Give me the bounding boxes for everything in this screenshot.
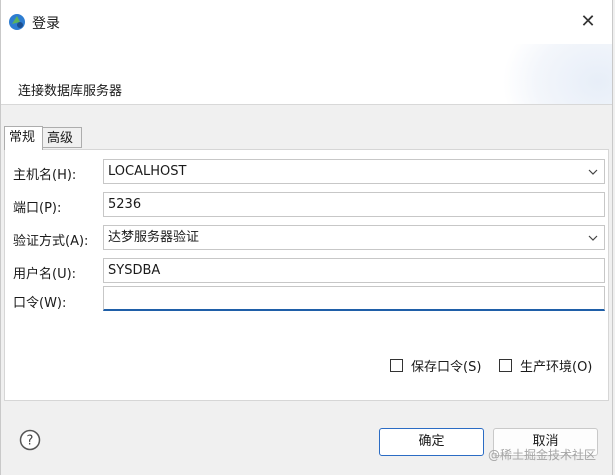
save-password-checkbox[interactable] [390,358,403,372]
production-env-checkbox[interactable] [499,358,512,372]
user-label: 用户名(U): [13,267,77,282]
watermark-text: @稀土掘金技术社区 [487,448,596,462]
banner-decoration [502,44,612,104]
user-field[interactable]: SYSDBA [103,258,605,283]
host-combo[interactable]: LOCALHOST [103,159,605,184]
user-value: SYSDBA [108,263,161,278]
port-value: 5236 [108,197,142,212]
password-label: 口令(W): [13,296,67,311]
tab-general[interactable]: 常规 [4,126,43,150]
chevron-down-icon[interactable] [588,233,598,243]
tab-advanced[interactable]: 高级 [43,127,82,148]
help-icon[interactable]: ? [19,429,41,451]
dm-app-icon [9,14,25,30]
port-field[interactable]: 5236 [103,192,605,217]
host-label: 主机名(H): [13,168,77,183]
close-icon[interactable]: ✕ [576,10,600,34]
login-dialog: 登录 ✕ 连接数据库服务器 常规 高级 主机名(H): LOCALHOST 端口… [0,0,613,475]
save-password-option[interactable]: 保存口令(S) [390,356,482,375]
save-password-label: 保存口令(S) [411,359,482,375]
auth-value: 达梦服务器验证 [108,230,200,245]
svg-text:?: ? [27,434,34,449]
chevron-down-icon[interactable] [588,167,598,177]
header-banner: 连接数据库服务器 [1,44,612,105]
production-env-option[interactable]: 生产环境(O) [499,356,593,375]
production-env-label: 生产环境(O) [520,359,593,375]
port-label: 端口(P): [13,201,62,216]
banner-text: 连接数据库服务器 [18,84,123,99]
host-value: LOCALHOST [108,164,187,179]
auth-label: 验证方式(A): [13,234,89,249]
title-bar: 登录 ✕ [1,0,612,44]
window-title: 登录 [32,16,60,32]
auth-combo[interactable]: 达梦服务器验证 [103,225,605,250]
password-field[interactable] [103,286,605,311]
ok-button[interactable]: 确定 [379,428,484,456]
